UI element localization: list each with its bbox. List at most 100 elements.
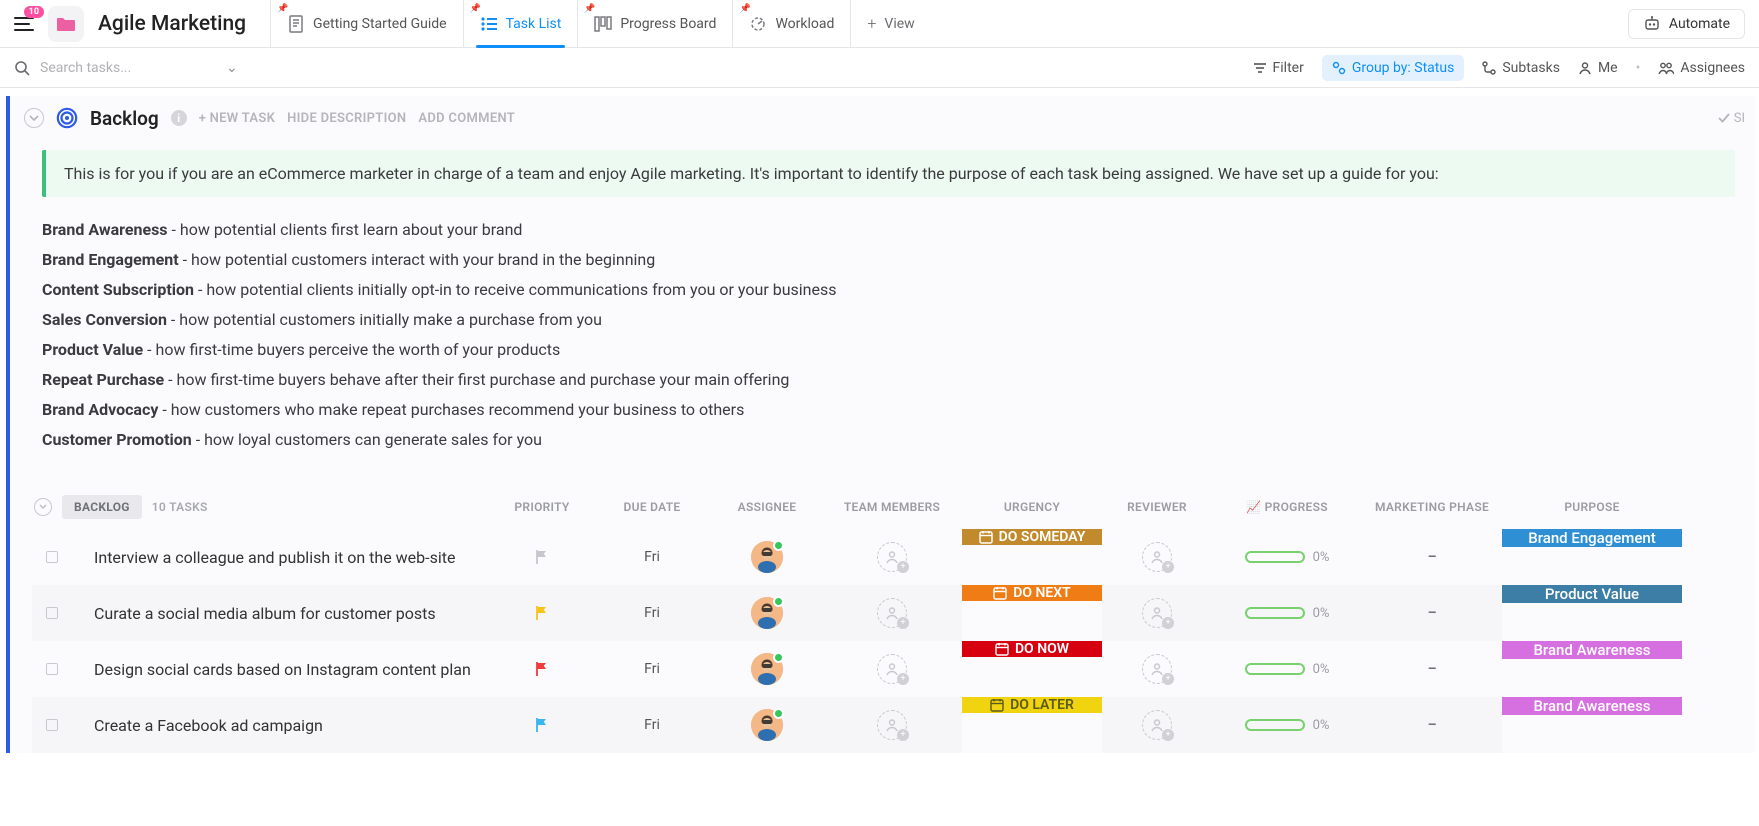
col-team[interactable]: TEAM MEMBERS: [822, 490, 962, 524]
due-date[interactable]: Fri: [592, 641, 712, 697]
main-menu-button[interactable]: 10: [10, 10, 38, 38]
sub-toolbar: ⌄ Filter Group by: Status Subtasks Me • …: [0, 48, 1759, 88]
folder-chip[interactable]: [48, 6, 84, 42]
due-date[interactable]: Fri: [592, 585, 712, 641]
pin-icon: 📌: [739, 4, 750, 14]
filter-label: Filter: [1273, 60, 1304, 76]
progress[interactable]: 0%: [1212, 641, 1362, 697]
filter-button[interactable]: Filter: [1253, 60, 1304, 76]
progress[interactable]: 0%: [1212, 697, 1362, 753]
col-urgency[interactable]: URGENCY: [962, 490, 1102, 524]
tab-label: Getting Started Guide: [313, 16, 447, 32]
purpose-tag[interactable]: Brand Engagement: [1502, 529, 1682, 585]
reviewer[interactable]: +: [1102, 529, 1212, 585]
assignee-avatar[interactable]: [712, 585, 822, 641]
urgency-tag[interactable]: DO NEXT: [962, 585, 1102, 641]
purpose-tag[interactable]: Product Value: [1502, 585, 1682, 641]
marketing-phase[interactable]: –: [1362, 697, 1502, 753]
marketing-phase[interactable]: –: [1362, 585, 1502, 641]
priority-flag[interactable]: [492, 585, 592, 641]
task-checkbox[interactable]: [32, 641, 72, 697]
add-comment-button[interactable]: ADD COMMENT: [418, 111, 515, 126]
chevron-down-icon[interactable]: ⌄: [226, 60, 238, 76]
col-purpose[interactable]: PURPOSE: [1502, 490, 1682, 524]
subtasks-button[interactable]: Subtasks: [1482, 60, 1560, 76]
subtasks-label: Subtasks: [1502, 60, 1560, 76]
assignee-avatar[interactable]: [712, 529, 822, 585]
priority-flag[interactable]: [492, 529, 592, 585]
due-date[interactable]: Fri: [592, 697, 712, 753]
priority-flag[interactable]: [492, 697, 592, 753]
hamburger-icon: [14, 17, 34, 31]
task-name[interactable]: Create a Facebook ad campaign: [72, 697, 492, 753]
task-checkbox[interactable]: [32, 529, 72, 585]
me-button[interactable]: Me: [1578, 60, 1618, 76]
tab-label: Progress Board: [620, 16, 716, 32]
assignee-avatar[interactable]: [712, 697, 822, 753]
marketing-phase[interactable]: –: [1362, 641, 1502, 697]
col-reviewer[interactable]: REVIEWER: [1102, 490, 1212, 524]
people-icon: [1658, 61, 1674, 75]
assignee-avatar[interactable]: [712, 641, 822, 697]
automate-button[interactable]: Automate: [1628, 9, 1745, 39]
col-assignee[interactable]: ASSIGNEE: [712, 490, 822, 524]
tab-progress-board[interactable]: 📌 Progress Board: [577, 0, 732, 48]
reviewer[interactable]: +: [1102, 697, 1212, 753]
task-name[interactable]: Design social cards based on Instagram c…: [72, 641, 492, 697]
assignees-label: Assignees: [1680, 60, 1745, 76]
search-wrap: ⌄: [14, 59, 238, 77]
urgency-tag[interactable]: DO LATER: [962, 697, 1102, 753]
collapse-subgroup-button[interactable]: [34, 498, 52, 516]
marketing-phase[interactable]: –: [1362, 529, 1502, 585]
task-table: BACKLOG 10 TASKS PRIORITY DUE DATE ASSIG…: [32, 485, 1755, 753]
progress[interactable]: 0%: [1212, 529, 1362, 585]
filter-icon: [1253, 62, 1267, 74]
col-phase[interactable]: MARKETING PHASE: [1362, 490, 1502, 524]
tab-task-list[interactable]: 📌 Task List: [463, 0, 578, 48]
priority-flag[interactable]: [492, 641, 592, 697]
search-input[interactable]: [38, 59, 218, 77]
info-icon[interactable]: i: [171, 110, 187, 126]
urgency-tag[interactable]: DO SOMEDAY: [962, 529, 1102, 585]
tab-add-view[interactable]: + View: [851, 0, 930, 48]
col-progress[interactable]: 📈 PROGRESS: [1212, 490, 1362, 524]
tab-workload[interactable]: 📌 Workload: [732, 0, 851, 48]
toolbar-right: Filter Group by: Status Subtasks Me • As…: [1253, 55, 1745, 81]
task-checkbox[interactable]: [32, 697, 72, 753]
team-members[interactable]: +: [822, 641, 962, 697]
hide-description-button[interactable]: HIDE DESCRIPTION: [287, 111, 406, 126]
col-due[interactable]: DUE DATE: [592, 490, 712, 524]
task-checkbox[interactable]: [32, 585, 72, 641]
task-name[interactable]: Interview a colleague and publish it on …: [72, 529, 492, 585]
task-name[interactable]: Curate a social media album for customer…: [72, 585, 492, 641]
team-members[interactable]: +: [822, 585, 962, 641]
purpose-tag[interactable]: Brand Awareness: [1502, 641, 1682, 697]
due-date[interactable]: Fri: [592, 529, 712, 585]
urgency-tag[interactable]: DO NOW: [962, 641, 1102, 697]
tab-label: Task List: [506, 16, 562, 32]
progress[interactable]: 0%: [1212, 585, 1362, 641]
description-callout: This is for you if you are an eCommerce …: [42, 150, 1735, 197]
assignees-button[interactable]: Assignees: [1658, 60, 1745, 76]
definition-item: Sales Conversion - how potential custome…: [42, 305, 1735, 335]
new-task-button[interactable]: + NEW TASK: [199, 111, 275, 126]
collapse-group-button[interactable]: [24, 108, 44, 128]
group-icon: [1332, 61, 1346, 75]
col-priority[interactable]: PRIORITY: [492, 490, 592, 524]
group-by-button[interactable]: Group by: Status: [1322, 55, 1464, 81]
tab-label: View: [884, 16, 914, 32]
group-label: Group by: Status: [1352, 60, 1454, 76]
plus-icon: +: [867, 14, 876, 33]
doc-icon: [287, 15, 305, 33]
purpose-tag[interactable]: Brand Awareness: [1502, 697, 1682, 753]
team-members[interactable]: +: [822, 697, 962, 753]
subtasks-icon: [1482, 61, 1496, 75]
definitions-list: Brand Awareness - how potential clients …: [42, 215, 1735, 455]
pin-icon: 📌: [277, 4, 288, 14]
tab-getting-started[interactable]: 📌 Getting Started Guide: [270, 0, 463, 48]
reviewer[interactable]: +: [1102, 585, 1212, 641]
team-members[interactable]: +: [822, 529, 962, 585]
automate-label: Automate: [1669, 16, 1730, 32]
reviewer[interactable]: +: [1102, 641, 1212, 697]
definition-item: Brand Awareness - how potential clients …: [42, 215, 1735, 245]
